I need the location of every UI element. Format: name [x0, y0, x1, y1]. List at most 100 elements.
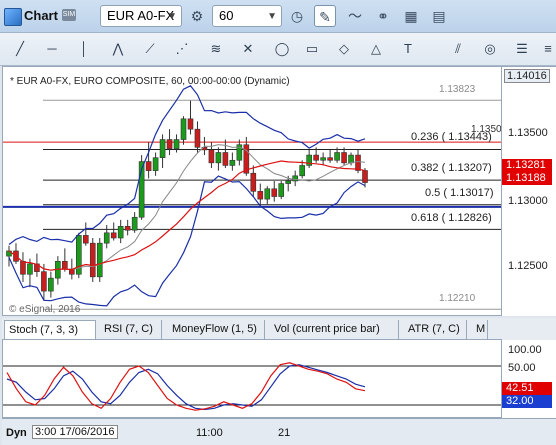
- candle-body: [355, 154, 361, 171]
- diamond-tool-icon[interactable]: ◇: [334, 39, 354, 59]
- bollinger-lower: [8, 175, 366, 307]
- tabs-spacer: [502, 318, 556, 340]
- interval-combo[interactable]: 60 ▼: [212, 5, 282, 27]
- candle-body: [320, 157, 326, 161]
- candle-body: [299, 165, 305, 177]
- y-tick-label: 1.14016: [504, 69, 550, 83]
- y-tick-label: 1.12500: [508, 260, 548, 272]
- candle-body: [362, 170, 368, 183]
- fib-label-0382: 0.382 ( 1.13207): [411, 162, 492, 174]
- tab-rsi[interactable]: RSI (7, C): [100, 320, 162, 339]
- candle-body: [250, 172, 257, 192]
- candle-body: [327, 157, 333, 161]
- candle-body: [131, 216, 138, 231]
- high-label: 1.13823: [439, 84, 476, 95]
- chart-style-icon[interactable]: 〜: [344, 5, 366, 27]
- candle-body: [341, 152, 347, 164]
- pencil-icon[interactable]: ✎: [314, 5, 336, 27]
- rectangle-tool-icon[interactable]: ▭: [302, 39, 322, 59]
- tab-more[interactable]: M: [472, 320, 488, 339]
- tab-vol[interactable]: Vol (current price bar): [270, 320, 399, 339]
- y-tick-label: 1.13000: [508, 195, 548, 207]
- tab-stoch[interactable]: Stoch (7, 3, 3): [4, 320, 96, 339]
- candle-body: [48, 277, 54, 292]
- candle-body: [334, 152, 340, 161]
- fib-label-0236: 0.236 ( 1.13443): [411, 131, 492, 143]
- link-icon[interactable]: ⚭: [372, 5, 394, 27]
- x-tick-label: 21: [278, 427, 291, 439]
- chevron-down-icon: ▼: [167, 11, 177, 22]
- candle-body: [229, 159, 236, 166]
- app-icon: [4, 8, 22, 26]
- line-tool-icon[interactable]: ╱: [10, 39, 30, 59]
- indicator-tabs: Stoch (7, 3, 3) RSI (7, C) MoneyFlow (1,…: [2, 318, 502, 340]
- tab-atr[interactable]: ATR (7, C): [404, 320, 467, 339]
- title-bar: Chart SIM EUR A0-FX ▼ ⚙ 60 ▼ ◷ ✎ 〜 ⚭ ▦ ▤: [0, 0, 556, 33]
- stoch-tag-d: 32.00: [502, 395, 552, 408]
- ellipse-tool-icon[interactable]: ◯: [272, 39, 292, 59]
- panel-icon[interactable]: ▤: [428, 5, 450, 27]
- text-tool-icon[interactable]: T: [398, 39, 418, 59]
- candle-body: [110, 232, 117, 239]
- stoch-tick-label: 100.00: [508, 344, 542, 356]
- grid-icon[interactable]: ▦: [400, 5, 422, 27]
- time-axis[interactable]: Dyn 3:00 17/06/2016 11:00 21: [2, 418, 556, 445]
- candle-body: [313, 154, 319, 161]
- wave-tool-icon[interactable]: ≋: [206, 39, 226, 59]
- candle-body: [264, 188, 271, 200]
- symbol-value: EUR A0-FX: [107, 8, 175, 23]
- crossline-tool-icon[interactable]: ✕: [238, 39, 258, 59]
- horizontal-line-tool-icon[interactable]: ─: [42, 39, 62, 59]
- watermark: © eSignal, 2016: [9, 304, 81, 315]
- fan-tool-icon[interactable]: ⟋: [140, 39, 160, 59]
- window-title: Chart: [24, 8, 58, 23]
- price-tag: 1.13281: [502, 159, 552, 172]
- date-label: 3:00 17/06/2016: [32, 425, 118, 439]
- price-axis[interactable]: 1.14016 1.13500 1.13281 1.13188 1.13000 …: [502, 66, 556, 316]
- stoch-axis[interactable]: 100.00 50.00 42.51 32.00: [502, 340, 556, 418]
- stoch-tag-k: 42.51: [502, 382, 552, 395]
- dyn-label: Dyn: [6, 427, 27, 439]
- candle-body: [124, 226, 131, 231]
- triangle-tool-icon[interactable]: △: [366, 39, 386, 59]
- symbol-combo[interactable]: EUR A0-FX ▼: [100, 5, 182, 27]
- candle-body: [145, 161, 152, 171]
- candle-body: [180, 118, 187, 140]
- candle-body: [208, 149, 215, 164]
- pitchfork-tool-icon[interactable]: ☰: [512, 39, 532, 59]
- channel-tool-icon[interactable]: ⫽: [448, 39, 468, 59]
- interval-value: 60: [219, 8, 234, 23]
- candle-body: [62, 261, 68, 270]
- candle-body: [96, 242, 103, 278]
- clock-icon[interactable]: ◷: [286, 5, 308, 27]
- vertical-line-tool-icon[interactable]: │: [74, 39, 94, 59]
- cycles-tool-icon[interactable]: ◎: [480, 39, 500, 59]
- low-label: 1.12210: [439, 293, 476, 304]
- candle-body: [27, 263, 33, 275]
- settings-icon[interactable]: ⚙: [186, 5, 208, 27]
- candle-body: [292, 175, 298, 182]
- candle-body: [159, 139, 166, 158]
- stoch-panel[interactable]: [2, 340, 502, 418]
- tab-moneyflow[interactable]: MoneyFlow (1, 5): [168, 320, 265, 339]
- candle-body: [194, 128, 201, 148]
- candle-body: [82, 235, 89, 244]
- candle-body: [117, 226, 124, 239]
- moving-average-long: [8, 160, 366, 271]
- candle-body: [257, 191, 264, 200]
- candle-body: [222, 152, 229, 166]
- candle-body: [89, 242, 96, 278]
- fib-tool-icon[interactable]: ≡: [538, 39, 556, 59]
- gann-tool-icon[interactable]: ⋰: [172, 39, 192, 59]
- price-tag: 1.13188: [502, 172, 552, 185]
- price-chart[interactable]: * EUR A0-FX, EURO COMPOSITE, 60, 00:00-0…: [2, 66, 502, 316]
- candle-body: [187, 118, 194, 130]
- candle-body: [278, 183, 285, 197]
- y-tick-label: 1.13500: [508, 127, 548, 139]
- candle-body: [215, 152, 222, 164]
- zigzag-tool-icon[interactable]: ⋀: [108, 39, 128, 59]
- fib-label-0618: 0.618 ( 1.12826): [411, 212, 492, 224]
- candle-body: [20, 261, 26, 275]
- x-tick-label: 11:00: [196, 427, 223, 439]
- candle-body: [285, 180, 292, 184]
